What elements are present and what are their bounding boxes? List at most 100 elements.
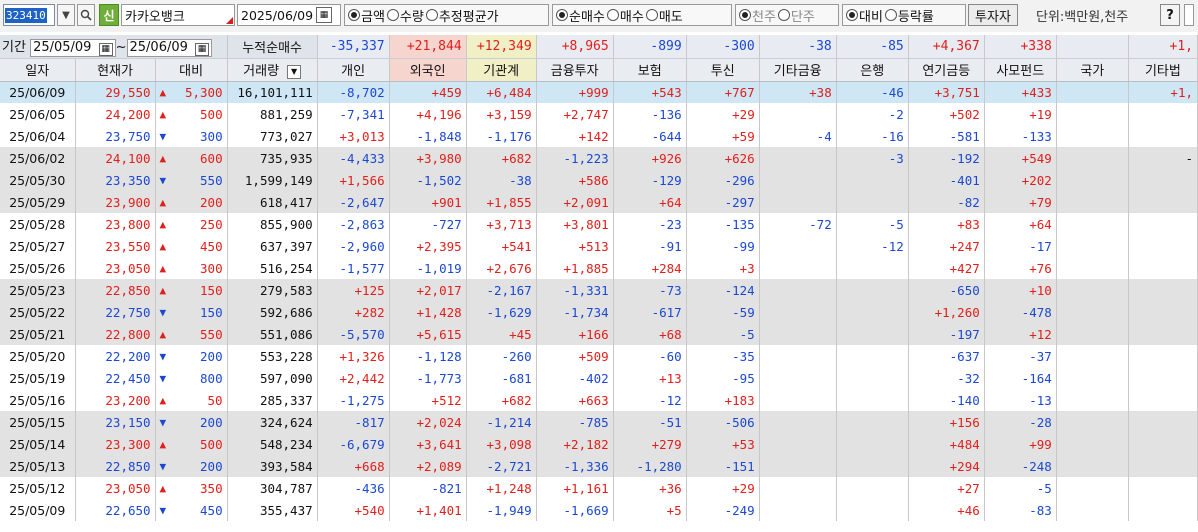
table-row[interactable]: 25/05/12 23,050 ▲ 350 304,787 -436 -821 +1,248 +… — [0, 477, 1198, 499]
table-row[interactable]: 25/06/05 24,200 ▲ 500 881,259 -7,341 +4,196 +3,… — [0, 103, 1198, 125]
table-row[interactable]: 25/05/20 22,200 ▼ 200 553,228 +1,326 -1,128 -26… — [0, 345, 1198, 367]
table-row[interactable]: 25/05/28 23,800 ▲ 250 855,900 -2,863 -727 +3,71… — [0, 213, 1198, 235]
col-volume-header[interactable]: 거래량 ▼ — [227, 58, 318, 82]
change-value: 450 — [200, 502, 223, 518]
down-triangle-icon: ▼ — [159, 503, 167, 517]
investor-button[interactable]: 투자자 — [968, 4, 1018, 26]
table-row[interactable]: 25/05/09 22,650 ▼ 450 355,437 +540 +1,401 -1,94… — [0, 499, 1198, 521]
date-cell: 25/05/12 — [0, 477, 76, 499]
col-other-corp-cell — [1128, 367, 1198, 389]
radio-buy[interactable]: 매수 — [606, 6, 644, 25]
radio-single-shares[interactable]: 단주 — [777, 6, 815, 25]
radio-sell[interactable]: 매도 — [645, 6, 683, 25]
col-pension-cell: -650 — [908, 279, 985, 301]
table-row[interactable]: 25/05/22 22,750 ▼ 150 592,686 +282 +1,428 -1,62… — [0, 301, 1198, 323]
col-insurance-cell: -91 — [613, 235, 687, 257]
col-financial-investment-cell: +999 — [536, 81, 614, 103]
change-cell: ▲ 600 — [155, 147, 228, 169]
col-date-header[interactable]: 일자 — [0, 58, 76, 82]
radio-thousand-shares[interactable]: 천주 — [739, 6, 776, 25]
col-individual-cell: +3,013 — [317, 125, 390, 147]
col-other-corp-header[interactable]: 기타법 — [1128, 58, 1198, 82]
code-dropdown-button[interactable]: ▼ — [57, 4, 75, 26]
col-other-corp-cell — [1128, 455, 1198, 477]
stock-name-field[interactable]: 카카오뱅크 — [121, 4, 235, 26]
col-bank-cell — [836, 323, 909, 345]
table-row[interactable]: 25/05/15 23,150 ▼ 200 324,624 -817 +2,024 -1,21… — [0, 411, 1198, 433]
col-institution-cell: -2,167 — [466, 279, 537, 301]
col-institution-header[interactable]: 기관계 — [466, 58, 537, 82]
col-government-header[interactable]: 국가 — [1056, 58, 1129, 82]
period-to-field[interactable]: 25/06/09 ▦ — [126, 39, 213, 57]
table-row[interactable]: 25/06/04 23,750 ▼ 300 773,027 +3,013 -1,848 -1,… — [0, 125, 1198, 147]
share-unit-radio-group: 천주 단주 — [735, 4, 839, 26]
radio-change-rate[interactable]: 등락률 — [884, 6, 934, 25]
col-private-fund-cell: -83 — [984, 499, 1057, 521]
col-government-cell — [1056, 389, 1129, 411]
search-button[interactable] — [77, 4, 95, 26]
table-row[interactable]: 25/05/30 23,350 ▼ 550 1,599,149 +1,566 -1,502-… — [0, 169, 1198, 191]
col-pension-header[interactable]: 연기금등 — [908, 58, 985, 82]
period-from-field[interactable]: 25/05/09 ▦ — [30, 39, 116, 57]
radio-quantity[interactable]: 수량 — [386, 6, 424, 25]
radio-change[interactable]: 대비 — [846, 6, 883, 25]
col-foreign-cell: +1,428 — [389, 301, 467, 323]
help-button[interactable]: ? — [1160, 4, 1180, 26]
table-row[interactable]: 25/05/27 23,550 ▲ 450 637,397 -2,960 +2,395 +54… — [0, 235, 1198, 257]
calendar-icon[interactable]: ▦ — [98, 42, 113, 56]
col-private-fund-header[interactable]: 사모펀드 — [984, 58, 1057, 82]
table-row[interactable]: 25/05/14 23,300 ▲ 500 548,234 -6,679 +3,641 +3,… — [0, 433, 1198, 455]
column-header-label: 현재가 — [97, 64, 133, 79]
col-other-finance-header[interactable]: 기타금융 — [759, 58, 837, 82]
table-row[interactable]: 25/05/26 23,050 ▲ 300 516,254 -1,577 -1,019 +2,… — [0, 257, 1198, 279]
col-private-fund-cell: +64 — [984, 213, 1057, 235]
stock-code-input[interactable]: 323410 — [3, 4, 55, 26]
col-insurance-cell: -617 — [613, 301, 687, 323]
col-individual-cell: +125 — [317, 279, 390, 301]
table-row[interactable]: 25/05/19 22,450 ▼ 800 597,090 +2,442 -1,773 -68… — [0, 367, 1198, 389]
calendar-icon[interactable]: ▦ — [316, 7, 333, 23]
col-price-header[interactable]: 현재가 — [75, 58, 156, 82]
col-investment-trust-cell: +59 — [686, 125, 760, 147]
date-cell: 25/05/13 — [0, 455, 76, 477]
col-individual-header[interactable]: 개인 — [317, 58, 390, 82]
table-row[interactable]: 25/05/23 22,850 ▲ 150 279,583 +125 +2,017 -2,16… — [0, 279, 1198, 301]
column-header-label: 외국인 — [409, 64, 446, 79]
table-row[interactable]: 25/06/02 24,100 ▲ 600 735,935 -4,433 +3,980 +68… — [0, 147, 1198, 169]
col-institution-cell: +682 — [466, 389, 537, 411]
col-pension-cell: +484 — [908, 433, 985, 455]
calendar-icon[interactable]: ▦ — [195, 42, 210, 56]
radio-amount[interactable]: 금액 — [348, 6, 385, 25]
col-investment-trust-cell: +29 — [686, 477, 760, 499]
col-foreign-header[interactable]: 외국인 — [389, 58, 467, 82]
col-insurance-cell: -12 — [613, 389, 687, 411]
radio-avg-price[interactable]: 추정평균가 — [425, 6, 499, 25]
col-investment-trust-header[interactable]: 투신 — [686, 58, 760, 82]
col-change-header[interactable]: 대비 — [155, 58, 228, 82]
date-text: 2025/06/09 — [241, 7, 314, 23]
col-bank-header[interactable]: 은행 — [836, 58, 909, 82]
col-financial-investment-cell: +3,801 — [536, 213, 614, 235]
col-individual-cell: -2,647 — [317, 191, 390, 213]
col-other-finance-cell — [759, 103, 837, 125]
table-row[interactable]: 25/05/21 22,800 ▲ 550 551,086 -5,570 +5,615 +45… — [0, 323, 1198, 345]
radio-net-buy[interactable]: 순매수 — [556, 6, 605, 25]
credit-badge: 신 — [99, 4, 119, 26]
table-row[interactable]: 25/05/29 23,900 ▲ 200 618,417 -2,647 +901 +1,85… — [0, 191, 1198, 213]
price-cell: 22,450 — [75, 367, 156, 389]
table-row[interactable]: 25/05/16 23,200 ▲ 50 285,337 -1,275 +512 +682 +6… — [0, 389, 1198, 411]
sort-dropdown-icon[interactable]: ▼ — [287, 64, 302, 79]
col-financial-investment-header[interactable]: 금융투자 — [536, 58, 614, 82]
col-other-finance-cell — [759, 367, 837, 389]
col-other-corp-cell — [1128, 257, 1198, 279]
col-foreign-cell: +5,615 — [389, 323, 467, 345]
col-insurance-header[interactable]: 보험 — [613, 58, 687, 82]
table-row[interactable]: 25/06/09 29,550 ▲ 5,300 16,101,111 -8,702 +459… — [0, 81, 1198, 103]
extra-button[interactable] — [1184, 4, 1194, 26]
col-individual-cell: -4,433 — [317, 147, 390, 169]
table-row[interactable]: 25/05/13 22,850 ▼ 200 393,584 +668 +2,089 -2,72… — [0, 455, 1198, 477]
col-institution-cell: +2,676 — [466, 257, 537, 279]
col-insurance-cell: -51 — [613, 411, 687, 433]
date-field[interactable]: 2025/06/09 ▦ — [237, 4, 341, 26]
radio-dot — [884, 9, 897, 21]
